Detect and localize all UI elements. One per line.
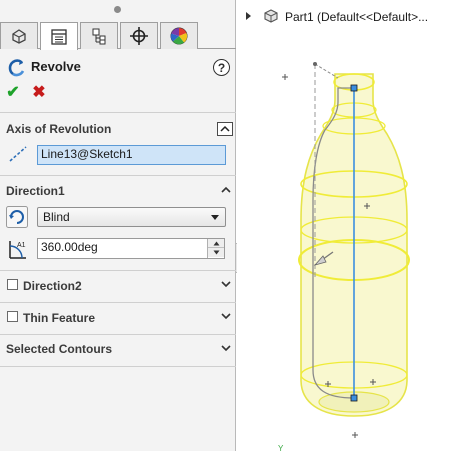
arrow-up-icon — [213, 241, 219, 245]
manager-tab-bar — [0, 22, 236, 50]
chevron-up-icon — [220, 125, 230, 132]
reverse-direction-button[interactable] — [6, 206, 28, 228]
expand-arrow-icon[interactable] — [246, 12, 251, 20]
chevron-up-icon — [221, 186, 231, 193]
tab-display-manager[interactable] — [160, 22, 198, 49]
revolve-icon — [8, 59, 25, 77]
divider — [0, 175, 236, 176]
divider — [0, 334, 236, 335]
chevron-down-icon — [221, 345, 231, 352]
end-condition-select[interactable]: Blind — [37, 207, 226, 227]
svg-text:A1: A1 — [17, 242, 26, 249]
axis-collapse-button[interactable] — [217, 122, 233, 136]
axis-section-label: Axis of Revolution — [6, 122, 112, 136]
direction1-label: Direction1 — [6, 184, 65, 198]
triad-y-icon: Y — [278, 444, 284, 451]
dropdown-arrow-icon — [211, 215, 219, 220]
property-manager-icon — [51, 28, 67, 45]
chevron-down-icon — [221, 313, 231, 320]
panel-splitter-handle[interactable] — [0, 0, 236, 22]
selected-contours-header[interactable]: Selected Contours — [0, 338, 236, 360]
divider — [0, 270, 236, 271]
thin-feature-checkbox[interactable] — [7, 311, 18, 322]
part-icon[interactable] — [262, 7, 280, 25]
sketch-construction-line — [314, 63, 339, 79]
help-button[interactable]: ? — [213, 59, 230, 76]
angle-input[interactable]: 360.00deg — [37, 238, 225, 259]
selected-contours-label: Selected Contours — [6, 342, 113, 356]
dimxpert-manager-icon — [130, 27, 148, 45]
thin-feature-label: Thin Feature — [23, 311, 96, 325]
direction1-header[interactable]: Direction1 — [0, 180, 236, 202]
axis-endpoint[interactable] — [350, 394, 358, 402]
direction2-checkbox[interactable] — [7, 279, 18, 290]
spin-down-button[interactable] — [208, 248, 224, 257]
tab-property-manager[interactable] — [40, 22, 78, 50]
splitter-dot-icon — [114, 6, 121, 13]
tab-dimxpert-manager[interactable] — [120, 22, 158, 49]
divider — [0, 366, 236, 367]
divider — [0, 302, 236, 303]
display-manager-icon — [170, 27, 188, 45]
end-condition-value: Blind — [43, 210, 70, 224]
feature-title-row: Revolve — [0, 55, 236, 79]
axis-selection-field[interactable]: Line13@Sketch1 — [37, 145, 226, 165]
angle-icon: A1 — [9, 241, 26, 259]
axis-of-revolution-header[interactable]: Axis of Revolution — [0, 118, 236, 140]
axis-endpoint[interactable] — [350, 84, 358, 92]
direction2-label: Direction2 — [23, 279, 82, 293]
feature-manager-icon — [12, 29, 26, 44]
feature-title: Revolve — [31, 59, 81, 74]
divider — [0, 112, 236, 113]
tab-configuration-manager[interactable] — [80, 22, 118, 49]
spin-up-button[interactable] — [208, 239, 224, 248]
property-manager-panel: Revolve ? ✔ ✖ Axis of Revolution Line13@… — [0, 0, 236, 451]
arrow-down-icon — [213, 250, 219, 255]
part-tree-label[interactable]: Part1 (Default<<Default>... — [285, 10, 428, 24]
axis-icon — [9, 146, 27, 162]
revolve-preview[interactable]: Y — [237, 30, 474, 451]
angle-spinner[interactable] — [207, 239, 224, 258]
configuration-manager-icon — [92, 28, 106, 45]
cancel-button[interactable]: ✖ — [31, 85, 47, 101]
sketch-point — [313, 62, 317, 66]
tab-feature-manager[interactable] — [0, 22, 38, 49]
chevron-down-icon — [221, 281, 231, 288]
ok-button[interactable]: ✔ — [5, 85, 21, 101]
